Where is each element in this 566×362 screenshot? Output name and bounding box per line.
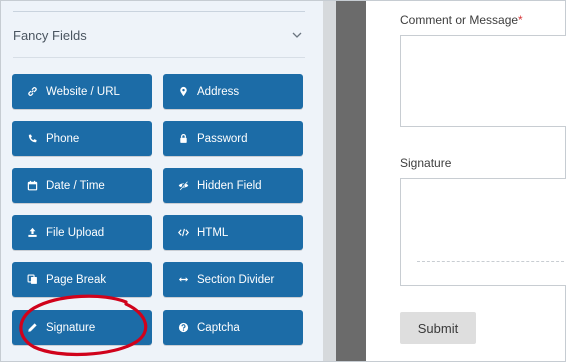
- password-label: Password: [197, 132, 248, 145]
- website-url-label: Website / URL: [46, 85, 120, 98]
- copy-icon: [26, 274, 38, 286]
- page-break-label: Page Break: [46, 273, 107, 286]
- panel-divider: [13, 57, 305, 58]
- phone-icon: [26, 133, 38, 145]
- file-upload-button[interactable]: File Upload: [12, 215, 152, 250]
- panel-top-rule: [13, 11, 305, 12]
- address-button[interactable]: Address: [163, 74, 303, 109]
- signature-label: Signature: [46, 321, 96, 334]
- upload-icon: [26, 227, 38, 239]
- arrows-h-icon: [177, 274, 189, 286]
- chevron-down-icon[interactable]: [289, 27, 305, 43]
- lock-icon: [177, 133, 189, 145]
- html-label: HTML: [197, 226, 229, 239]
- date-time-label: Date / Time: [46, 179, 105, 192]
- section-divider-label: Section Divider: [197, 273, 275, 286]
- address-label: Address: [197, 85, 240, 98]
- question-circle-icon: [177, 322, 189, 334]
- hidden-field-label: Hidden Field: [197, 179, 262, 192]
- fancy-fields-header[interactable]: Fancy Fields: [13, 23, 305, 47]
- page-break-button[interactable]: Page Break: [12, 262, 152, 297]
- form-preview: Comment or Message* Signature Submit: [366, 1, 566, 361]
- preview-gutter: [336, 1, 366, 361]
- date-time-button[interactable]: Date / Time: [12, 168, 152, 203]
- html-button[interactable]: HTML: [163, 215, 303, 250]
- link-icon: [26, 86, 38, 98]
- captcha-button[interactable]: Captcha: [163, 310, 303, 345]
- calendar-icon: [26, 180, 38, 192]
- file-upload-label: File Upload: [46, 226, 105, 239]
- eye-slash-icon: [177, 180, 189, 192]
- website-url-button[interactable]: Website / URL: [12, 74, 152, 109]
- panel-separator: [323, 1, 336, 361]
- section-divider-button[interactable]: Section Divider: [163, 262, 303, 297]
- signature-field-label: Signature: [400, 156, 452, 170]
- password-button[interactable]: Password: [163, 121, 303, 156]
- phone-label: Phone: [46, 132, 80, 145]
- code-icon: [177, 227, 189, 239]
- signature-line: [417, 261, 566, 262]
- comment-textarea[interactable]: [400, 35, 566, 127]
- signature-button[interactable]: Signature: [12, 310, 152, 345]
- pen-icon: [26, 322, 38, 334]
- captcha-label: Captcha: [197, 321, 240, 334]
- phone-button[interactable]: Phone: [12, 121, 152, 156]
- panel-title: Fancy Fields: [13, 27, 87, 43]
- hidden-field-button[interactable]: Hidden Field: [163, 168, 303, 203]
- required-mark: *: [518, 13, 523, 27]
- submit-button[interactable]: Submit: [400, 312, 476, 344]
- comment-label-text: Comment or Message: [400, 13, 519, 27]
- map-pin-icon: [177, 86, 189, 98]
- comment-field-label: Comment or Message*: [400, 13, 523, 27]
- signature-pad[interactable]: [400, 178, 566, 286]
